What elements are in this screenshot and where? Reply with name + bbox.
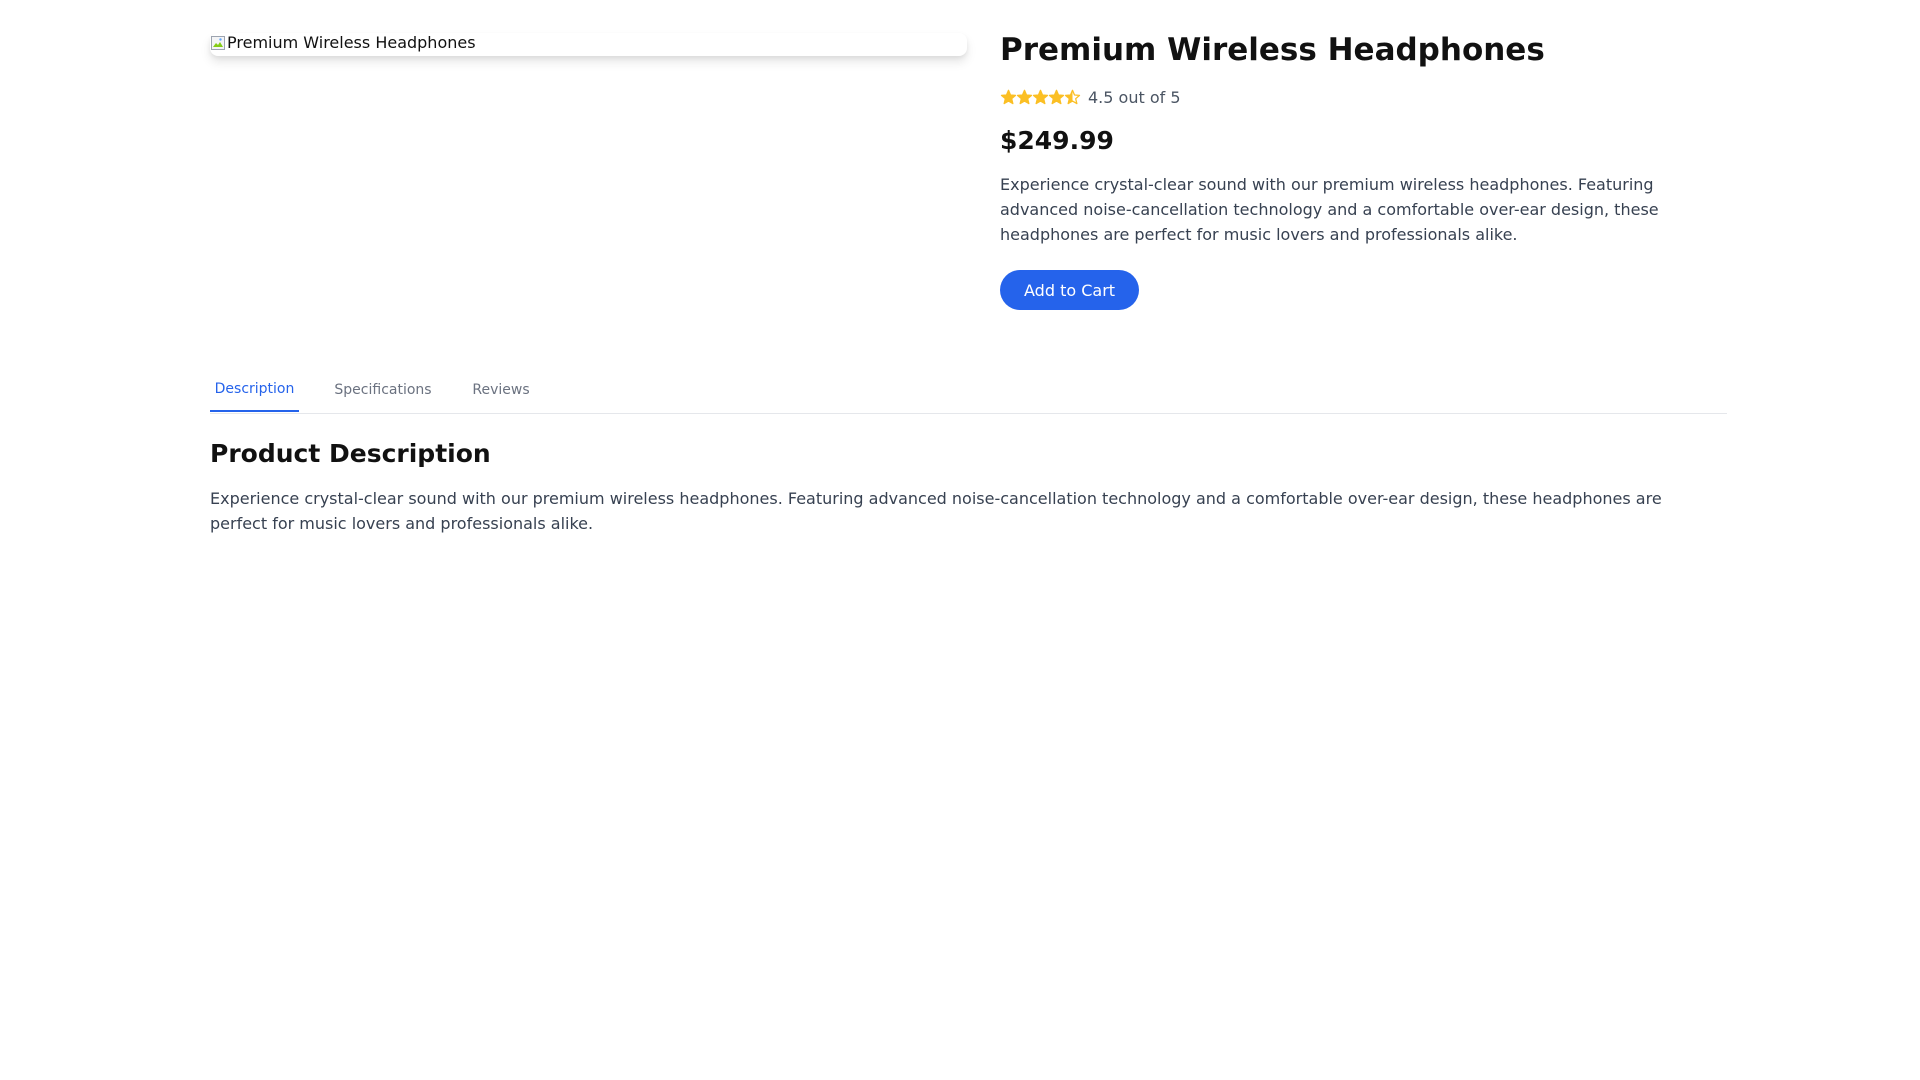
star-half-icon	[1064, 89, 1081, 105]
product-page: Premium Wireless Headphones Premium Wire…	[210, 0, 1727, 533]
product-title: Premium Wireless Headphones	[1000, 32, 1545, 68]
product-tabs: Description Specifications Reviews	[210, 368, 1727, 414]
rating-text: 4.5 out of 5	[1088, 87, 1181, 107]
product-image-alt-text: Premium Wireless Headphones	[227, 33, 476, 52]
add-to-cart-button[interactable]: Add to Cart	[1000, 270, 1140, 310]
rating-stars	[1000, 89, 1081, 105]
product-image-alt: Premium Wireless Headphones	[210, 33, 476, 52]
star-icon	[1032, 89, 1049, 105]
star-icon	[1016, 89, 1033, 105]
tab-specifications[interactable]: Specifications	[330, 368, 436, 412]
panel-text: Experience crystal-clear sound with our …	[210, 489, 1662, 533]
tab-reviews[interactable]: Reviews	[468, 368, 534, 412]
product-summary: Premium Wireless Headphones Premium Wire…	[210, 0, 1727, 340]
product-price: $249.99	[1000, 126, 1114, 155]
product-rating: 4.5 out of 5	[1000, 86, 1181, 108]
panel-title: Product Description	[210, 439, 491, 468]
tab-description[interactable]: Description	[210, 368, 299, 412]
product-image: Premium Wireless Headphones	[210, 33, 967, 56]
star-icon	[1048, 89, 1065, 105]
product-description: Experience crystal-clear sound with our …	[1000, 175, 1659, 244]
broken-image-icon	[210, 35, 226, 51]
star-icon	[1000, 89, 1017, 105]
